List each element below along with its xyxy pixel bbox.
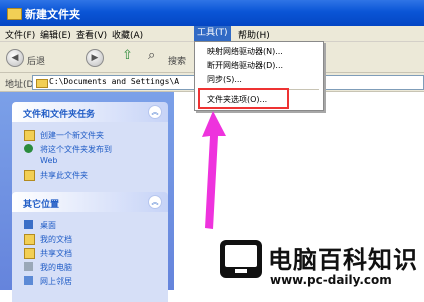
watermark-name: 电脑百科知识 xyxy=(268,246,418,274)
monitor-logo-icon xyxy=(220,240,262,278)
monitor-stand xyxy=(235,269,247,273)
arrow-head xyxy=(202,111,226,229)
monitor-screen xyxy=(225,245,257,267)
watermark-url: www.pc-daily.com xyxy=(270,273,392,287)
watermark-logo: 电脑百科知识 www.pc-daily.com xyxy=(218,240,424,290)
